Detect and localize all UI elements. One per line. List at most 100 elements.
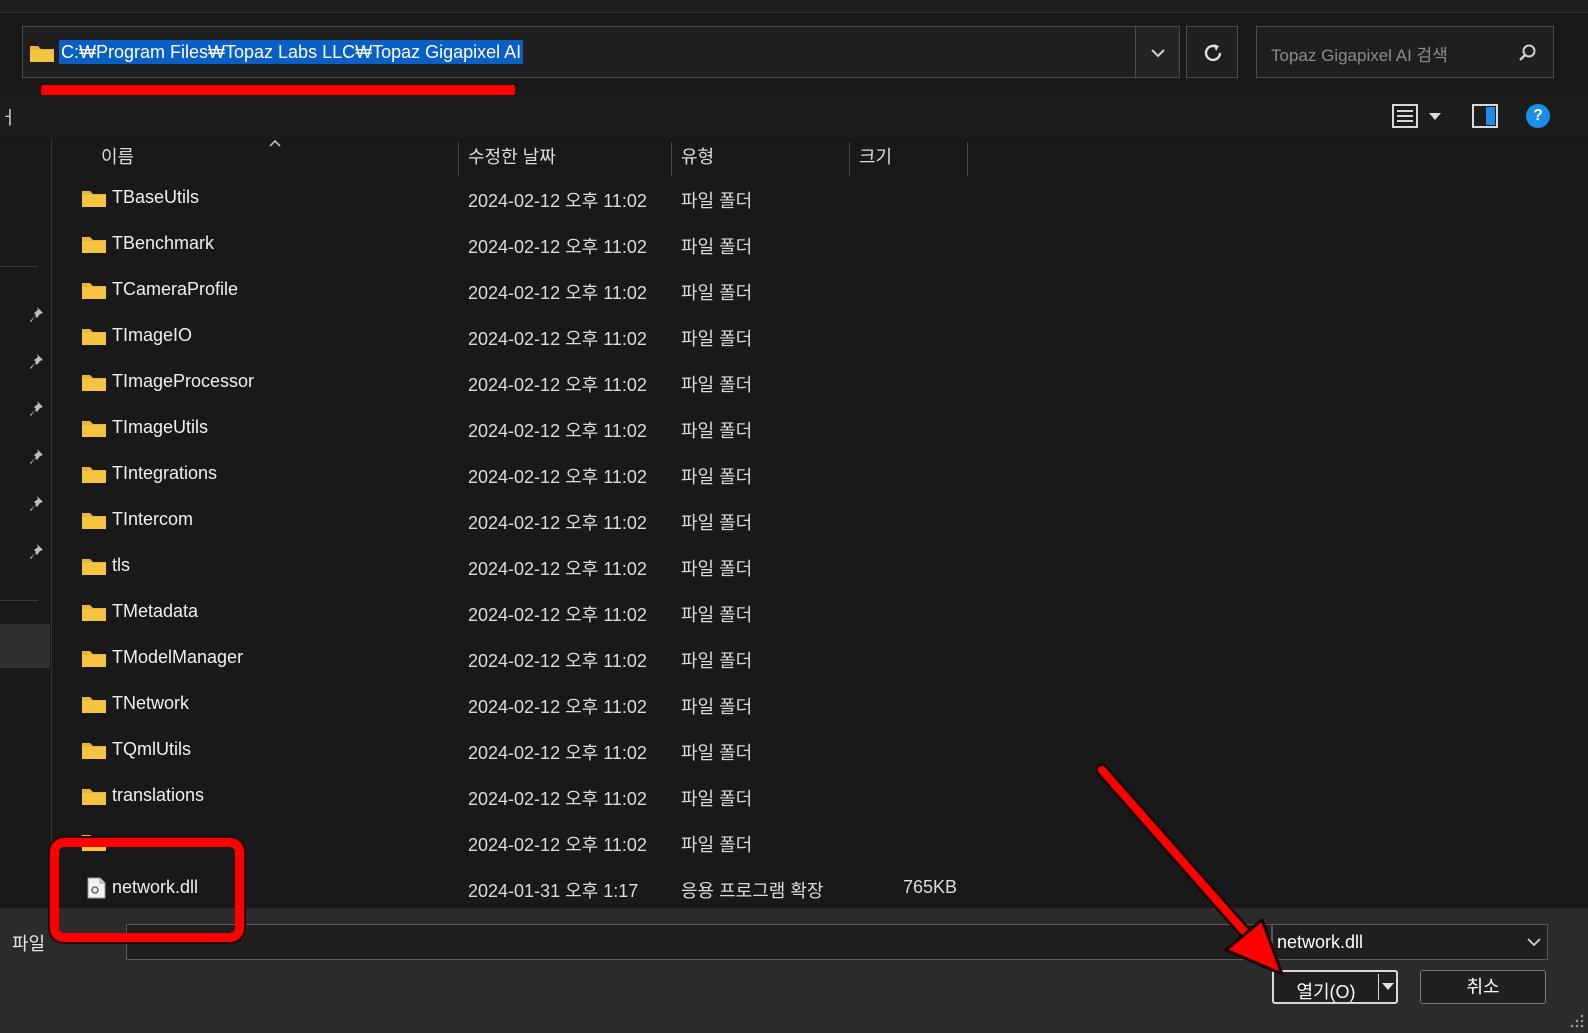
- pin-icon[interactable]: [28, 399, 48, 419]
- cancel-button[interactable]: 취소: [1420, 970, 1546, 1004]
- annotation-underline: [40, 84, 516, 96]
- search-placeholder: Topaz Gigapixel AI 검색: [1271, 46, 1448, 65]
- pin-icon[interactable]: [28, 352, 48, 372]
- file-name: TImageUtils: [112, 417, 209, 437]
- folder-icon: [82, 835, 106, 851]
- file-name: translations: [112, 785, 205, 805]
- column-divider[interactable]: [458, 142, 459, 176]
- truncated-label: ㅓ: [0, 108, 17, 128]
- file-type: 파일 폴더: [681, 237, 753, 257]
- help-icon[interactable]: ?: [1526, 104, 1550, 128]
- file-modified: 2024-02-12 오후 11:02: [468, 697, 647, 717]
- file-type: 파일 폴더: [681, 559, 753, 579]
- file-row[interactable]: TImageIO 2024-02-12 오후 11:02 파일 폴더: [53, 314, 1553, 360]
- file-row[interactable]: 2024-02-12 오후 11:02 파일 폴더: [53, 820, 1553, 866]
- file-row[interactable]: TCameraProfile 2024-02-12 오후 11:02 파일 폴더: [53, 268, 1553, 314]
- pin-icon[interactable]: [28, 494, 48, 514]
- filename-input[interactable]: [126, 924, 1272, 960]
- folder-icon: [82, 329, 106, 345]
- file-row[interactable]: TBenchmark 2024-02-12 오후 11:02 파일 폴더: [53, 222, 1553, 268]
- open-button[interactable]: 열기(O): [1272, 970, 1398, 1004]
- preview-pane-icon[interactable]: [1472, 104, 1498, 128]
- pin-icon[interactable]: [28, 542, 48, 562]
- file-name: TBaseUtils: [112, 187, 200, 207]
- file-name: TMetadata: [112, 601, 199, 621]
- refresh-button[interactable]: [1186, 26, 1238, 78]
- view-dropdown-icon[interactable]: [1428, 112, 1442, 122]
- open-options-dropdown-icon[interactable]: [1382, 983, 1394, 991]
- file-type: 응용 프로그램 확장: [681, 881, 824, 901]
- file-type-filter-value: network.dll: [1277, 932, 1364, 952]
- address-history-dropdown[interactable]: [1136, 26, 1180, 78]
- file-modified: 2024-02-12 오후 11:02: [468, 559, 647, 579]
- dialog-footer: 파일 network.dll 열기(O) 취소: [0, 908, 1588, 1033]
- folder-icon: [82, 697, 106, 713]
- nav-item-selected[interactable]: [0, 624, 50, 668]
- file-row[interactable]: tls 2024-02-12 오후 11:02 파일 폴더: [53, 544, 1553, 590]
- column-header-type[interactable]: 유형: [681, 138, 714, 176]
- folder-icon: [30, 46, 54, 62]
- file-name: TModelManager: [112, 647, 244, 667]
- file-row[interactable]: TMetadata 2024-02-12 오후 11:02 파일 폴더: [53, 590, 1553, 636]
- file-type: 파일 폴더: [681, 835, 753, 855]
- column-divider[interactable]: [671, 142, 672, 176]
- file-size: 765KB: [902, 877, 957, 897]
- file-type: 파일 폴더: [681, 421, 753, 441]
- folder-icon: [82, 283, 106, 299]
- file-name: TImageProcessor: [112, 371, 255, 391]
- dll-file-icon: [87, 877, 106, 899]
- column-headers: 이름 수정한 날짜 유형 크기: [53, 138, 1563, 176]
- file-row[interactable]: TIntegrations 2024-02-12 오후 11:02 파일 폴더: [53, 452, 1553, 498]
- file-modified: 2024-02-12 오후 11:02: [468, 789, 647, 809]
- command-bar: ㅓ ?: [0, 96, 1588, 138]
- resize-grip-icon[interactable]: [1566, 1010, 1586, 1030]
- file-list: 이름 수정한 날짜 유형 크기 TBaseUtils 2024-02-12 오후 …: [53, 138, 1563, 908]
- file-modified: 2024-02-12 오후 11:02: [468, 467, 647, 487]
- column-divider[interactable]: [967, 142, 968, 176]
- nav-separator: [0, 266, 38, 267]
- folder-icon: [82, 467, 106, 483]
- file-type: 파일 폴더: [681, 743, 753, 763]
- pin-icon[interactable]: [28, 447, 48, 467]
- file-row[interactable]: TNetwork 2024-02-12 오후 11:02 파일 폴더: [53, 682, 1553, 728]
- file-row[interactable]: network.dll 2024-01-31 오후 1:17 응용 프로그램 확장 7…: [53, 866, 1553, 912]
- column-header-modified[interactable]: 수정한 날짜: [468, 138, 556, 176]
- file-row[interactable]: TIntercom 2024-02-12 오후 11:02 파일 폴더: [53, 498, 1553, 544]
- file-modified: 2024-02-12 오후 11:02: [468, 191, 647, 211]
- window-top-strip: [0, 0, 1588, 13]
- nav-separator: [0, 600, 38, 601]
- file-name: tls: [112, 555, 130, 575]
- file-row[interactable]: TQmlUtils 2024-02-12 오후 11:02 파일 폴더: [53, 728, 1553, 774]
- file-modified: 2024-02-12 오후 11:02: [468, 513, 647, 533]
- pin-icon[interactable]: [28, 305, 48, 325]
- file-row[interactable]: TBaseUtils 2024-02-12 오후 11:02 파일 폴더: [53, 176, 1553, 222]
- file-row[interactable]: TImageProcessor 2024-02-12 오후 11:02 파일 폴더: [53, 360, 1553, 406]
- address-path[interactable]: C:₩Program Files₩Topaz Labs LLC₩Topaz Gi…: [59, 40, 524, 64]
- file-name: TNetwork: [112, 693, 190, 713]
- sort-ascending-icon: [269, 139, 281, 147]
- file-type-filter[interactable]: network.dll: [1272, 924, 1548, 960]
- file-row[interactable]: TImageUtils 2024-02-12 오후 11:02 파일 폴더: [53, 406, 1553, 452]
- file-name: TIntegrations: [112, 463, 218, 483]
- column-header-name[interactable]: 이름: [101, 138, 134, 176]
- file-row[interactable]: TModelManager 2024-02-12 오후 11:02 파일 폴더: [53, 636, 1553, 682]
- file-type: 파일 폴더: [681, 191, 753, 211]
- file-type: 파일 폴더: [681, 651, 753, 671]
- file-type: 파일 폴더: [681, 697, 753, 717]
- file-name: TBenchmark: [112, 233, 215, 253]
- refresh-icon: [1204, 44, 1222, 62]
- search-box[interactable]: Topaz Gigapixel AI 검색: [1256, 26, 1554, 78]
- file-type: 파일 폴더: [681, 605, 753, 625]
- search-icon: [1519, 44, 1536, 61]
- column-divider[interactable]: [849, 142, 850, 176]
- folder-icon: [82, 421, 106, 437]
- file-type: 파일 폴더: [681, 467, 753, 487]
- file-row[interactable]: translations 2024-02-12 오후 11:02 파일 폴더: [53, 774, 1553, 820]
- address-bar[interactable]: C:₩Program Files₩Topaz Labs LLC₩Topaz Gi…: [22, 26, 1136, 78]
- column-header-size[interactable]: 크기: [859, 138, 892, 176]
- file-modified: 2024-02-12 오후 11:02: [468, 835, 647, 855]
- folder-icon: [82, 237, 106, 253]
- view-options-icon[interactable]: [1392, 104, 1418, 128]
- folder-icon: [82, 743, 106, 759]
- file-modified: 2024-02-12 오후 11:02: [468, 283, 647, 303]
